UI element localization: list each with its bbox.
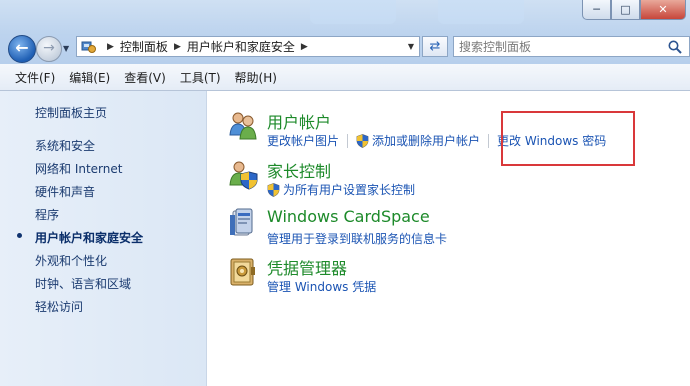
close-button[interactable]: ✕	[640, 0, 686, 20]
sidebar-item-clock-region[interactable]: 时钟、语言和区域	[35, 275, 143, 298]
sidebar-item-network[interactable]: 网络和 Internet	[35, 160, 143, 183]
link-change-account-picture[interactable]: 更改帐户图片	[267, 132, 339, 149]
chevron-right-icon: ▶	[107, 41, 114, 52]
menu-view[interactable]: 查看(V)	[117, 69, 173, 86]
sidebar-item-user-accounts[interactable]: 用户帐户和家庭安全	[35, 229, 143, 252]
category-cardspace: Windows CardSpace 管理用于登录到联机服务的信息卡	[227, 207, 667, 247]
control-panel-icon	[81, 40, 97, 54]
address-bar[interactable]: ▶ 控制面板 ▶ 用户帐户和家庭安全 ▶ ▼	[76, 36, 420, 57]
search-icon[interactable]	[667, 39, 683, 55]
window-chrome: ─ □ ✕ ← → ▼ ▶ 控制面板 ▶ 用户帐户和家庭安全 ▶ ▼ ⇄	[0, 0, 690, 64]
uac-shield-icon	[356, 133, 369, 148]
title-glow	[310, 0, 396, 24]
back-arrow-icon: ←	[15, 38, 29, 57]
current-item-bullet-icon	[17, 233, 22, 238]
sidebar-item-appearance[interactable]: 外观和个性化	[35, 252, 143, 275]
link-set-parental-controls[interactable]: 为所有用户设置家长控制	[283, 181, 415, 198]
category-title-credential-manager[interactable]: 凭据管理器	[267, 255, 347, 279]
refresh-icon: ⇄	[429, 39, 441, 54]
sidebar-item-programs[interactable]: 程序	[35, 206, 143, 229]
users-icon[interactable]	[227, 109, 259, 141]
parental-controls-links: 为所有用户设置家长控制	[267, 181, 415, 198]
credential-manager-icon[interactable]	[227, 255, 259, 287]
menu-edit[interactable]: 编辑(E)	[62, 69, 117, 86]
breadcrumb-user-accounts[interactable]: 用户帐户和家庭安全	[187, 38, 295, 55]
link-manage-info-cards[interactable]: 管理用于登录到联机服务的信息卡	[267, 230, 447, 247]
menu-tools[interactable]: 工具(T)	[173, 69, 228, 86]
menu-bar: 文件(F) 编辑(E) 查看(V) 工具(T) 帮助(H)	[0, 64, 690, 91]
sidebar-item-system-security[interactable]: 系统和安全	[35, 137, 143, 160]
link-separator	[347, 133, 349, 148]
main-content: 用户帐户 更改帐户图片 添加或删除用户帐户 更改 Windows 密码 家长控制…	[207, 91, 690, 386]
close-icon: ✕	[658, 3, 668, 16]
category-title-cardspace[interactable]: Windows CardSpace	[267, 207, 430, 226]
title-glow	[438, 0, 524, 24]
link-separator	[488, 133, 490, 148]
chevron-right-icon[interactable]: ▶	[174, 42, 181, 52]
category-title-parental-controls[interactable]: 家长控制	[267, 158, 331, 182]
link-add-remove-accounts[interactable]: 添加或删除用户帐户	[372, 132, 480, 149]
category-title-user-accounts[interactable]: 用户帐户	[267, 109, 331, 133]
window-controls: ─ □ ✕	[582, 0, 686, 20]
forward-arrow-icon: →	[43, 40, 55, 56]
navigation-pane: 控制面板主页 系统和安全 网络和 Internet 硬件和声音 程序 用户帐户和…	[0, 91, 207, 386]
minimize-button[interactable]: ─	[582, 0, 611, 20]
address-history-dropdown[interactable]: ▼	[408, 42, 414, 51]
sidebar-item-ease-of-access[interactable]: 轻松访问	[35, 298, 143, 321]
uac-shield-icon	[267, 182, 280, 197]
control-panel-home-link[interactable]: 控制面板主页	[35, 104, 107, 121]
category-list: 系统和安全 网络和 Internet 硬件和声音 程序 用户帐户和家庭安全 外观…	[35, 137, 143, 321]
recent-pages-dropdown[interactable]: ▼	[63, 44, 69, 53]
minimize-icon: ─	[593, 3, 600, 16]
parental-controls-icon[interactable]	[227, 158, 259, 190]
search-input[interactable]	[459, 38, 664, 55]
maximize-icon: □	[620, 3, 631, 16]
search-box[interactable]	[453, 36, 690, 57]
credential-manager-links: 管理 Windows 凭据	[267, 278, 376, 295]
category-credential-manager: 凭据管理器 管理 Windows 凭据	[227, 255, 667, 295]
menu-help[interactable]: 帮助(H)	[228, 69, 284, 86]
cardspace-links: 管理用于登录到联机服务的信息卡	[267, 230, 447, 247]
cardspace-icon[interactable]	[227, 207, 259, 239]
back-button[interactable]: ←	[8, 35, 36, 63]
sidebar-item-hardware[interactable]: 硬件和声音	[35, 183, 143, 206]
menu-file[interactable]: 文件(F)	[0, 69, 62, 86]
forward-button[interactable]: →	[36, 36, 62, 62]
link-manage-windows-credentials[interactable]: 管理 Windows 凭据	[267, 278, 376, 295]
category-parental-controls: 家长控制 为所有用户设置家长控制	[227, 158, 667, 198]
chevron-down-icon: ▼	[63, 44, 70, 53]
breadcrumb-control-panel[interactable]: 控制面板	[120, 38, 168, 55]
maximize-button[interactable]: □	[611, 0, 640, 20]
refresh-button[interactable]: ⇄	[422, 36, 448, 57]
chevron-right-icon[interactable]: ▶	[301, 42, 308, 52]
